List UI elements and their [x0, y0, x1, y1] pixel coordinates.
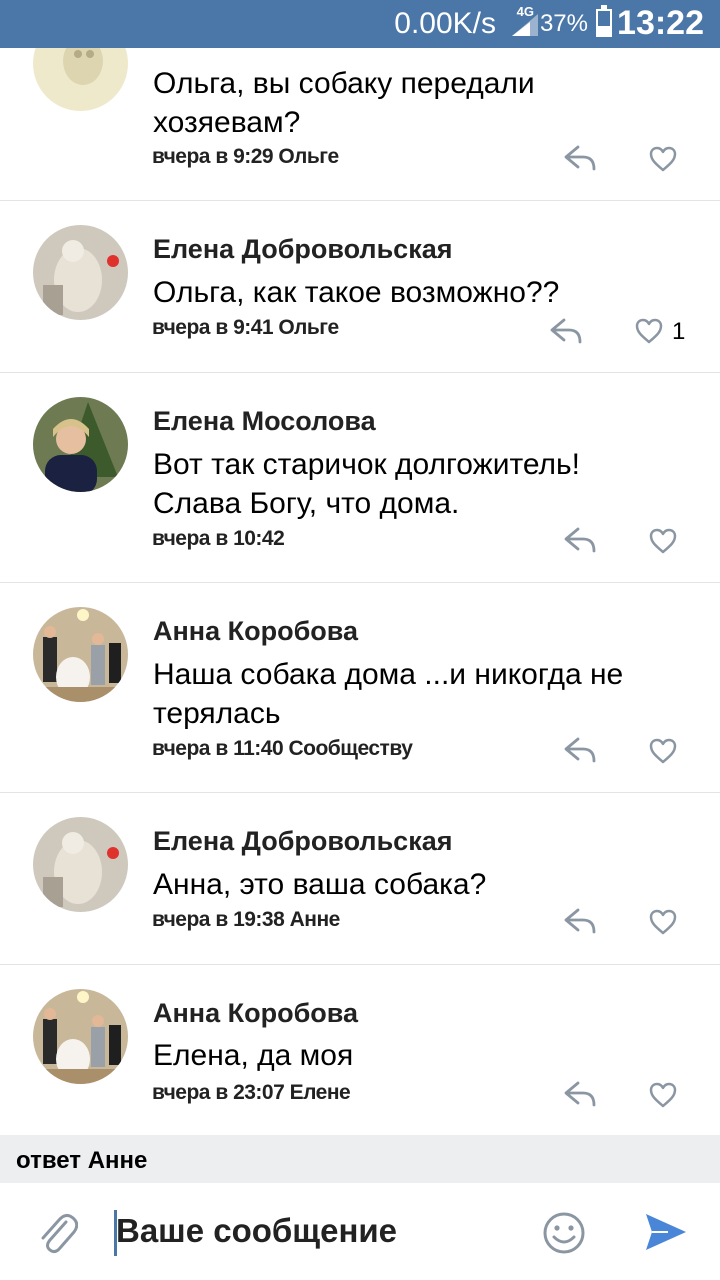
- comment-author[interactable]: Анна Коробова: [153, 616, 358, 647]
- divider: [0, 582, 720, 583]
- send-icon[interactable]: [644, 1210, 688, 1254]
- avatar-image: [33, 989, 128, 1084]
- comment-text: Ольга, вы собаку передали хозяевам?: [153, 67, 535, 139]
- avatar-image: [33, 607, 128, 702]
- net-speed: 0.00K/s: [394, 7, 496, 40]
- reply-target-label: ответ Анне: [16, 1147, 148, 1174]
- comment-meta[interactable]: вчера в 10:42: [152, 527, 285, 551]
- divider: [0, 964, 720, 965]
- clock: 13:22: [617, 4, 704, 42]
- paperclip-icon[interactable]: [36, 1208, 78, 1256]
- avatar[interactable]: [33, 225, 128, 320]
- battery-percent: 37%: [539, 10, 588, 37]
- like-count: 1: [672, 318, 686, 345]
- reply-target-bar[interactable]: ответ Анне: [0, 1135, 720, 1183]
- comment-meta[interactable]: вчера в 19:38 Анне: [152, 908, 340, 932]
- reply-icon[interactable]: [563, 906, 597, 936]
- avatar[interactable]: [33, 607, 128, 702]
- heart-icon[interactable]: [648, 527, 678, 555]
- status-bar: 0.00K/s 4G 37% 13:22: [0, 0, 720, 48]
- comment-author[interactable]: Елена Добровольская: [153, 826, 452, 857]
- comment-author[interactable]: Анна Коробова: [153, 998, 358, 1029]
- avatar-image: [33, 397, 128, 492]
- heart-icon[interactable]: [634, 317, 664, 345]
- reply-icon[interactable]: [563, 1079, 597, 1109]
- comment-meta[interactable]: вчера в 23:07 Елене: [152, 1081, 351, 1105]
- comment-author[interactable]: Елена Добровольская: [153, 234, 452, 265]
- comments-list[interactable]: Ольга, вы собаку передали хозяевам? вчер…: [0, 0, 720, 1135]
- comment-meta[interactable]: вчера в 11:40 Сообществу: [152, 737, 413, 761]
- avatar-image: [33, 817, 128, 912]
- reply-icon[interactable]: [563, 143, 597, 173]
- reply-icon[interactable]: [563, 525, 597, 555]
- avatar[interactable]: [33, 397, 128, 492]
- heart-icon[interactable]: [648, 737, 678, 765]
- comment-text: Ольга, как такое возможно??: [153, 276, 560, 309]
- signal-icon: [512, 14, 538, 36]
- reply-icon[interactable]: [549, 316, 583, 346]
- avatar-image: [33, 225, 128, 320]
- comment-text: Наша собака дома ...и никогда не терялас…: [153, 658, 624, 730]
- comment-meta[interactable]: вчера в 9:29 Ольге: [152, 145, 339, 169]
- comment-meta[interactable]: вчера в 9:41 Ольге: [152, 316, 339, 340]
- divider: [0, 372, 720, 373]
- comment-text: Анна, это ваша собака?: [153, 868, 487, 901]
- heart-icon[interactable]: [648, 1081, 678, 1109]
- message-input[interactable]: Ваше сообщение: [116, 1212, 397, 1250]
- heart-icon[interactable]: [648, 145, 678, 173]
- comment-author[interactable]: Елена Мосолова: [153, 406, 376, 437]
- emoji-icon[interactable]: [542, 1211, 586, 1255]
- avatar[interactable]: [33, 817, 128, 912]
- divider: [0, 200, 720, 201]
- comment-text: Елена, да моя: [153, 1039, 354, 1072]
- comment-text: Вот так старичок долгожитель! Слава Богу…: [153, 448, 581, 520]
- divider: [0, 792, 720, 793]
- battery-icon: [596, 5, 612, 37]
- reply-icon[interactable]: [563, 735, 597, 765]
- heart-icon[interactable]: [648, 908, 678, 936]
- avatar[interactable]: [33, 989, 128, 1084]
